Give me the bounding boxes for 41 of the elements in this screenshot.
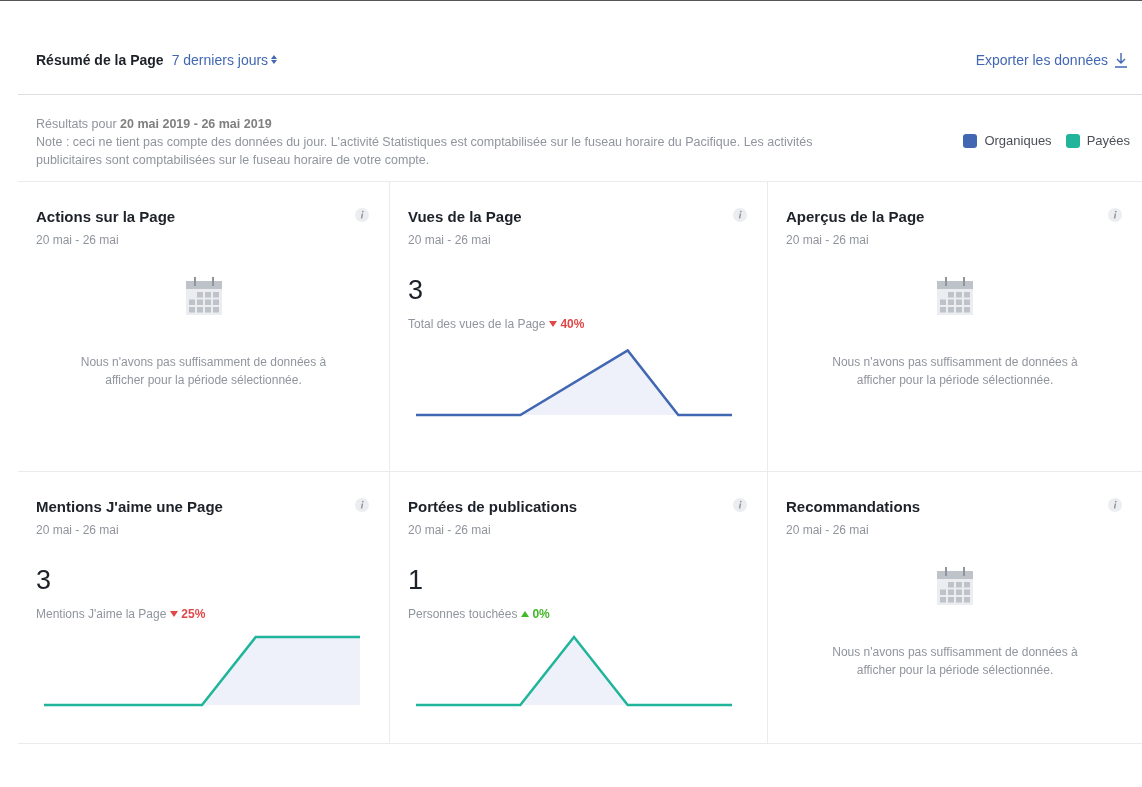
export-link[interactable]: Exporter les données — [975, 51, 1128, 68]
info-icon — [1108, 208, 1122, 222]
legend-label: Payées — [1086, 132, 1130, 150]
card-title: Vues de la Page — [408, 208, 522, 225]
info-icon — [355, 208, 369, 222]
info-icon — [1108, 498, 1122, 512]
calendar-icon — [934, 275, 976, 317]
date-range: 20 mai - 26 mai — [408, 233, 492, 247]
download-icon — [1114, 51, 1128, 68]
calendar-icon — [934, 565, 976, 607]
card-title: Actions sur la Page — [36, 208, 176, 225]
metric-label: Personnes touchées — [408, 607, 518, 621]
empty-message: Nous n'avons pas suffisamment de données à afficher pour la période sélectionnée. — [79, 354, 328, 389]
info-icon — [733, 208, 747, 222]
metric-label: Total des vues de la Page — [408, 317, 546, 331]
change-percent: 25% — [181, 607, 206, 621]
card-title: Aperçus de la Page — [786, 208, 925, 225]
card-title: Portées de publications — [408, 498, 578, 515]
empty-message: Nous n'avons pas suffisamment de données à afficher pour la période sélectionnée. — [831, 354, 1079, 389]
results-line: Résultats pour 20 mai 2019 - 26 mai 2019 — [36, 116, 273, 133]
metric-label: Mentions J'aime la Page — [36, 607, 167, 621]
note-text: Note : ceci ne tient pas compte des données du jour. L'activité Statistiques est comptabilisée sur le fuseau horaire du Pacifique. Les activités publicitaires sont comptabilisées sur le fuseau horaire de votre compte. — [36, 134, 814, 169]
metric-value: 3 — [408, 275, 425, 305]
info-icon — [733, 498, 747, 512]
period-dropdown[interactable]: 7 derniers jours — [171, 51, 278, 68]
empty-message: Nous n'avons pas suffisamment de données à afficher pour la période sélectionnée. — [831, 644, 1079, 679]
metric-value: 1 — [408, 565, 425, 595]
card-title: Recommandations — [786, 498, 921, 515]
date-range: 20 mai - 26 mai — [786, 233, 870, 247]
date-range: 20 mai - 26 mai — [408, 523, 492, 537]
change-percent: 0% — [532, 607, 550, 621]
card-title: Mentions J'aime une Page — [36, 498, 223, 515]
date-range: 20 mai - 26 mai — [36, 233, 120, 247]
info-icon — [355, 498, 369, 512]
date-range: 20 mai - 26 mai — [36, 523, 120, 537]
date-range: 20 mai - 26 mai — [786, 523, 870, 537]
change-percent: 40% — [560, 317, 585, 331]
sort-icon — [271, 55, 278, 64]
metric-value: 3 — [36, 565, 53, 595]
section-title: Résumé de la Page — [36, 51, 164, 68]
legend-label: Organiques — [984, 132, 1052, 150]
